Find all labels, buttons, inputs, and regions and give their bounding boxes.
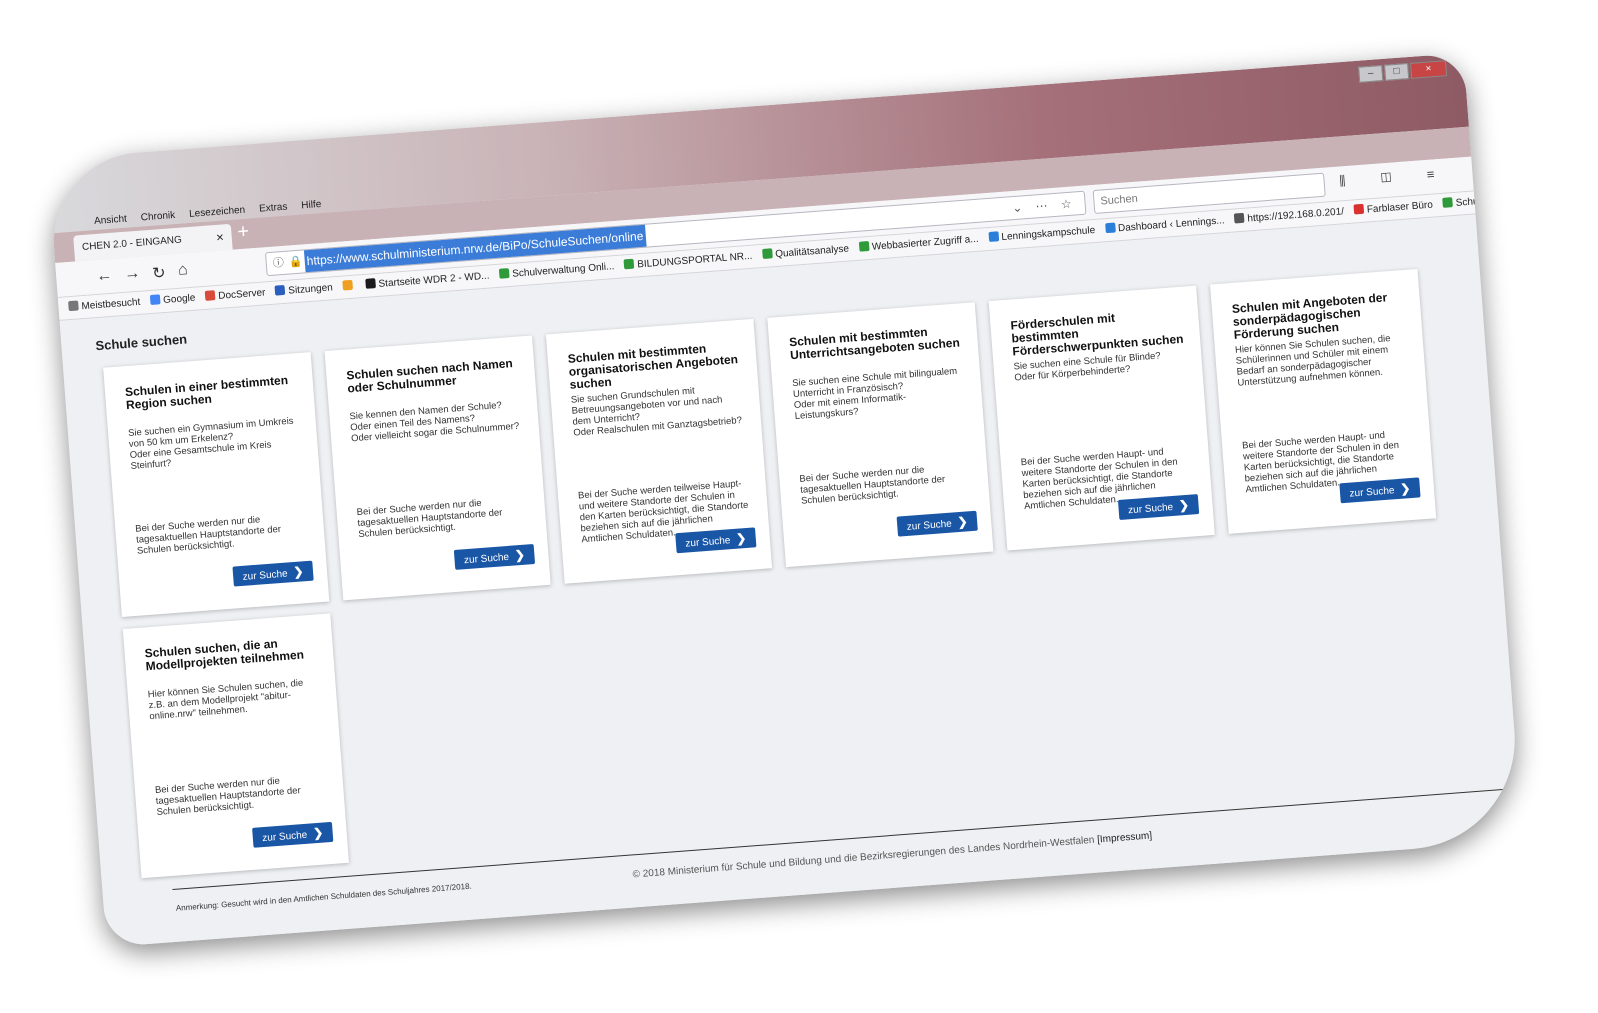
card-title: Schulen mit bestimmten Unterrichtsangebo… <box>788 324 961 363</box>
bookmark-item[interactable]: Sitzungen <box>274 277 334 303</box>
chevron-right-icon: ❯ <box>292 564 305 580</box>
minimize-icon[interactable]: – <box>1358 65 1384 83</box>
card-description: Hier können Sie Schulen suchen, die z.B.… <box>147 677 304 723</box>
button-label: zur Suche <box>1127 501 1174 517</box>
bookmark-label: DocServer <box>217 287 266 302</box>
home-icon[interactable]: ⌂ <box>177 261 188 280</box>
button-label: zur Suche <box>261 829 308 845</box>
button-label: zur Suche <box>906 518 953 533</box>
bookmark-label <box>355 281 356 292</box>
card-description: Sie suchen ein Gymnasium im Umkreis von … <box>127 415 294 472</box>
close-tab-icon[interactable]: × <box>215 224 225 250</box>
bookmark-item[interactable]: Google <box>149 288 196 313</box>
bookmark-icon <box>858 241 870 252</box>
toolbar-icons[interactable]: ⫼ ◫ ≡ <box>1339 165 1451 189</box>
search-card: Schulen in einer bestimmten Region suche… <box>103 352 330 618</box>
card-description: Sie kennen den Namen der Schule? Oder ei… <box>349 399 520 445</box>
maximize-icon[interactable]: □ <box>1384 63 1410 81</box>
bookmark-label: Dashboard ‹ Lennings... <box>1117 215 1225 235</box>
bookmark-label: https://192.168.0.201/ <box>1247 206 1345 225</box>
bookmark-icon <box>1234 212 1245 224</box>
bookmark-icon <box>988 231 999 242</box>
bookmark-label: Google <box>162 292 196 307</box>
bookmark-label: Qualitätsanalyse <box>774 243 850 261</box>
page-title: Schule suchen <box>94 331 188 354</box>
bookmark-icon <box>365 278 376 289</box>
search-card: Schulen mit bestimmten organisatorischen… <box>545 318 773 584</box>
chevron-right-icon: ❯ <box>1178 497 1190 513</box>
card-title: Schulen suchen, die an Modellprojekten t… <box>144 636 305 674</box>
window-controls: – □ × <box>1358 60 1448 83</box>
bookmark-icon <box>761 248 773 260</box>
card-description: Sie suchen Grundschulen mit Betreuungsan… <box>570 385 743 439</box>
back-icon[interactable]: ← <box>96 267 113 286</box>
card-note: Bei der Suche werden nur die tagesaktuel… <box>154 775 302 818</box>
bookmark-item[interactable]: DocServer <box>204 282 267 308</box>
bookmark-label: Webbasierter Zugriff a... <box>871 233 979 253</box>
divider <box>172 787 1519 891</box>
reload-icon[interactable]: ↻ <box>152 263 167 284</box>
zur-suche-button[interactable]: zur Suche ❯ <box>896 510 978 537</box>
button-label: zur Suche <box>685 535 731 550</box>
copyright: © 2018 Ministerium für Schule und Bildun… <box>632 830 1152 880</box>
bookmark-label: Schulverwaltung Onli... <box>511 261 615 280</box>
bookmark-item[interactable]: Schulmail Webmail :: ... <box>1442 191 1476 215</box>
page-content: Schule suchen Schulen in einer bestimmte… <box>59 214 1523 948</box>
tab-title: CHEN 2.0 - EINGANG <box>81 234 183 253</box>
bookmark-item[interactable] <box>342 276 357 299</box>
screenshot-scene: – □ × Ansicht Chronik Lesezeichen Extras… <box>0 0 1598 1013</box>
lock-icon: 🔒 <box>288 255 303 269</box>
browser-window: – □ × Ansicht Chronik Lesezeichen Extras… <box>47 52 1523 948</box>
button-label: zur Suche <box>463 551 510 567</box>
search-card: Förderschulen mit bestimmten Förderschwe… <box>988 285 1215 551</box>
chevron-right-icon: ❯ <box>312 825 324 841</box>
bookmark-icon <box>1353 203 1365 215</box>
bookmark-icon <box>149 294 161 306</box>
bookmark-icon <box>1104 222 1116 234</box>
bookmark-label: Sitzungen <box>287 282 334 297</box>
card-title: Schulen suchen nach Namen oder Schulnumm… <box>345 356 514 396</box>
divider <box>178 867 1523 948</box>
copyright-text: © 2018 Ministerium für Schule und Bildun… <box>632 834 1095 881</box>
chevron-right-icon: ❯ <box>1399 481 1411 496</box>
search-card: Schulen mit bestimmten Unterrichtsangebo… <box>767 302 994 568</box>
close-icon[interactable]: × <box>1409 60 1448 79</box>
bookmark-label: Farblaser Büro <box>1366 199 1434 216</box>
impressum-link[interactable]: [Impressum] <box>1097 830 1153 845</box>
zur-suche-button[interactable]: zur Suche ❯ <box>252 821 334 848</box>
card-note: Bei der Suche werden nur die tagesaktuel… <box>799 464 946 507</box>
new-tab-icon[interactable]: + <box>237 220 250 244</box>
bookmark-icon <box>274 284 286 296</box>
search-card: Schulen mit Angeboten der sonderpädagogi… <box>1210 268 1437 534</box>
bookmark-label: Startseite WDR 2 - WD... <box>378 270 490 290</box>
bookmark-icon <box>498 268 510 279</box>
card-note: Bei der Suche werden nur die tagesaktuel… <box>356 497 503 541</box>
button-label: zur Suche <box>1349 485 1395 500</box>
bookmark-icon <box>342 279 353 291</box>
chevron-right-icon: ❯ <box>957 514 969 530</box>
card-note: Bei der Suche werden nur die tagesaktuel… <box>134 514 282 557</box>
search-card: Schulen suchen nach Namen oder Schulnumm… <box>324 335 551 601</box>
bookmark-label: Schulmail Webmail :: ... <box>1455 191 1476 209</box>
bookmark-label: Lenningskampschule <box>1001 224 1096 244</box>
bookmark-label: Meistbesucht <box>81 296 141 313</box>
card-title: Schulen in einer bestimmten Region suche… <box>124 372 289 413</box>
card-description: Hier können Sie Schulen suchen, die Schü… <box>1234 333 1391 389</box>
bookmark-icon <box>1442 197 1454 208</box>
card-description: Sie suchen eine Schule mit bilingualem U… <box>791 365 958 423</box>
page-actions-icon[interactable]: ⌄ ⋯ ☆ <box>1011 192 1077 219</box>
bookmark-icon <box>68 300 79 312</box>
zur-suche-button[interactable]: zur Suche ❯ <box>232 560 314 587</box>
search-card: Schulen suchen, die an Modellprojekten t… <box>122 613 349 879</box>
bookmark-icon <box>204 290 216 301</box>
bookmark-label: BILDUNGSPORTAL NR... <box>636 250 753 271</box>
chevron-right-icon: ❯ <box>735 531 747 546</box>
info-icon[interactable]: ⓘ <box>272 252 285 275</box>
chevron-right-icon: ❯ <box>514 547 526 563</box>
button-label: zur Suche <box>242 568 289 583</box>
bookmark-icon <box>623 258 635 270</box>
forward-icon[interactable]: → <box>124 265 141 284</box>
search-placeholder: Suchen <box>1100 192 1139 208</box>
zur-suche-button[interactable]: zur Suche ❯ <box>453 543 536 570</box>
